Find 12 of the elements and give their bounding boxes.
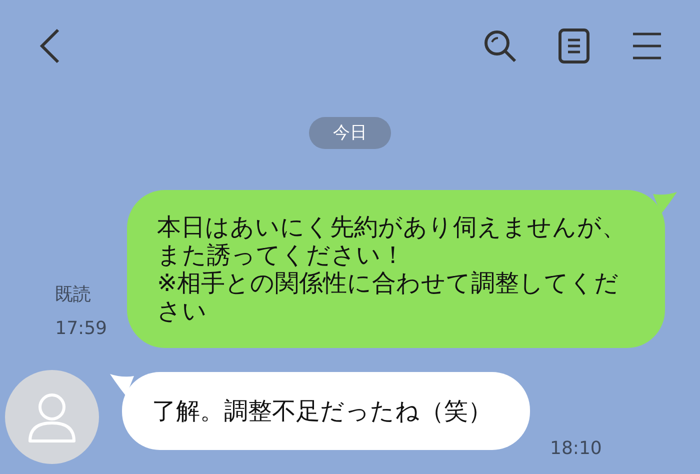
- read-receipt: 既読: [55, 283, 92, 307]
- message-text: 了解。調整不足だったね（笑）: [152, 397, 492, 425]
- message-text: 本日はあいにく先約があり伺えませんが、: [157, 213, 627, 241]
- message-time: 17:59: [55, 317, 107, 341]
- date-label: 今日: [309, 117, 391, 149]
- search-icon[interactable]: [482, 28, 518, 64]
- message-text: ※相手との関係性に合わせて調整してください: [157, 269, 620, 325]
- message-time: 18:10: [550, 437, 602, 461]
- notes-icon[interactable]: [558, 28, 590, 64]
- message-text: また誘ってください！: [157, 241, 406, 269]
- menu-icon[interactable]: [632, 31, 662, 61]
- back-icon[interactable]: [38, 28, 62, 64]
